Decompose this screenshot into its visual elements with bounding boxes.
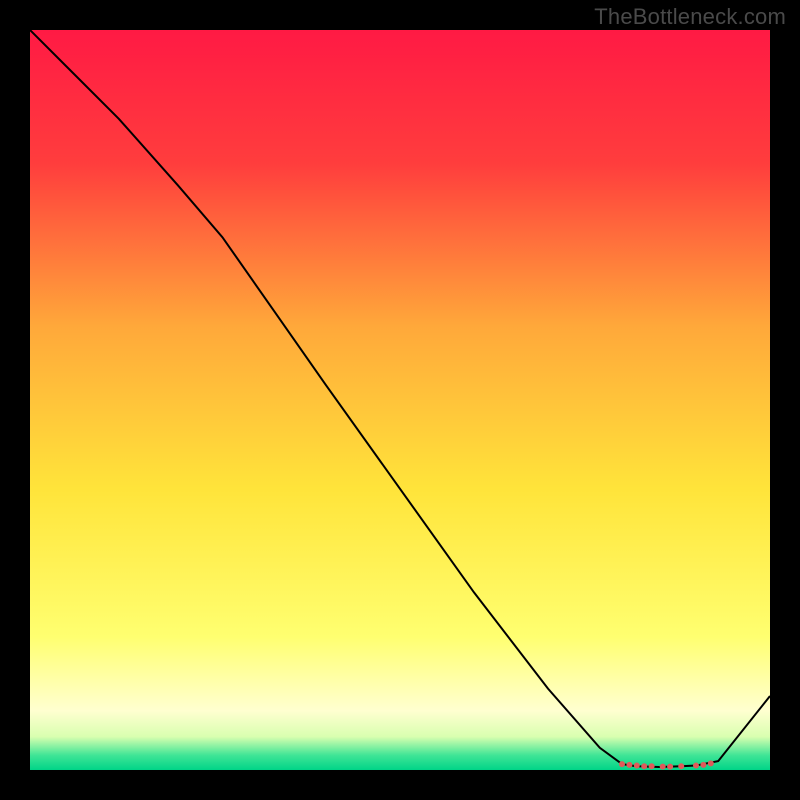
optimal-marker (634, 763, 640, 769)
optimal-marker (667, 764, 673, 770)
chart-background (30, 30, 770, 770)
optimal-marker (708, 760, 714, 766)
plot-frame (30, 30, 770, 770)
optimal-marker (619, 761, 625, 767)
watermark-text: TheBottleneck.com (594, 4, 786, 30)
optimal-marker (700, 762, 706, 768)
chart-svg (30, 30, 770, 770)
optimal-marker (678, 763, 684, 769)
optimal-marker (626, 762, 632, 768)
optimal-marker (649, 763, 655, 769)
optimal-marker (693, 763, 699, 769)
optimal-marker (660, 764, 666, 770)
optimal-marker (641, 763, 647, 769)
